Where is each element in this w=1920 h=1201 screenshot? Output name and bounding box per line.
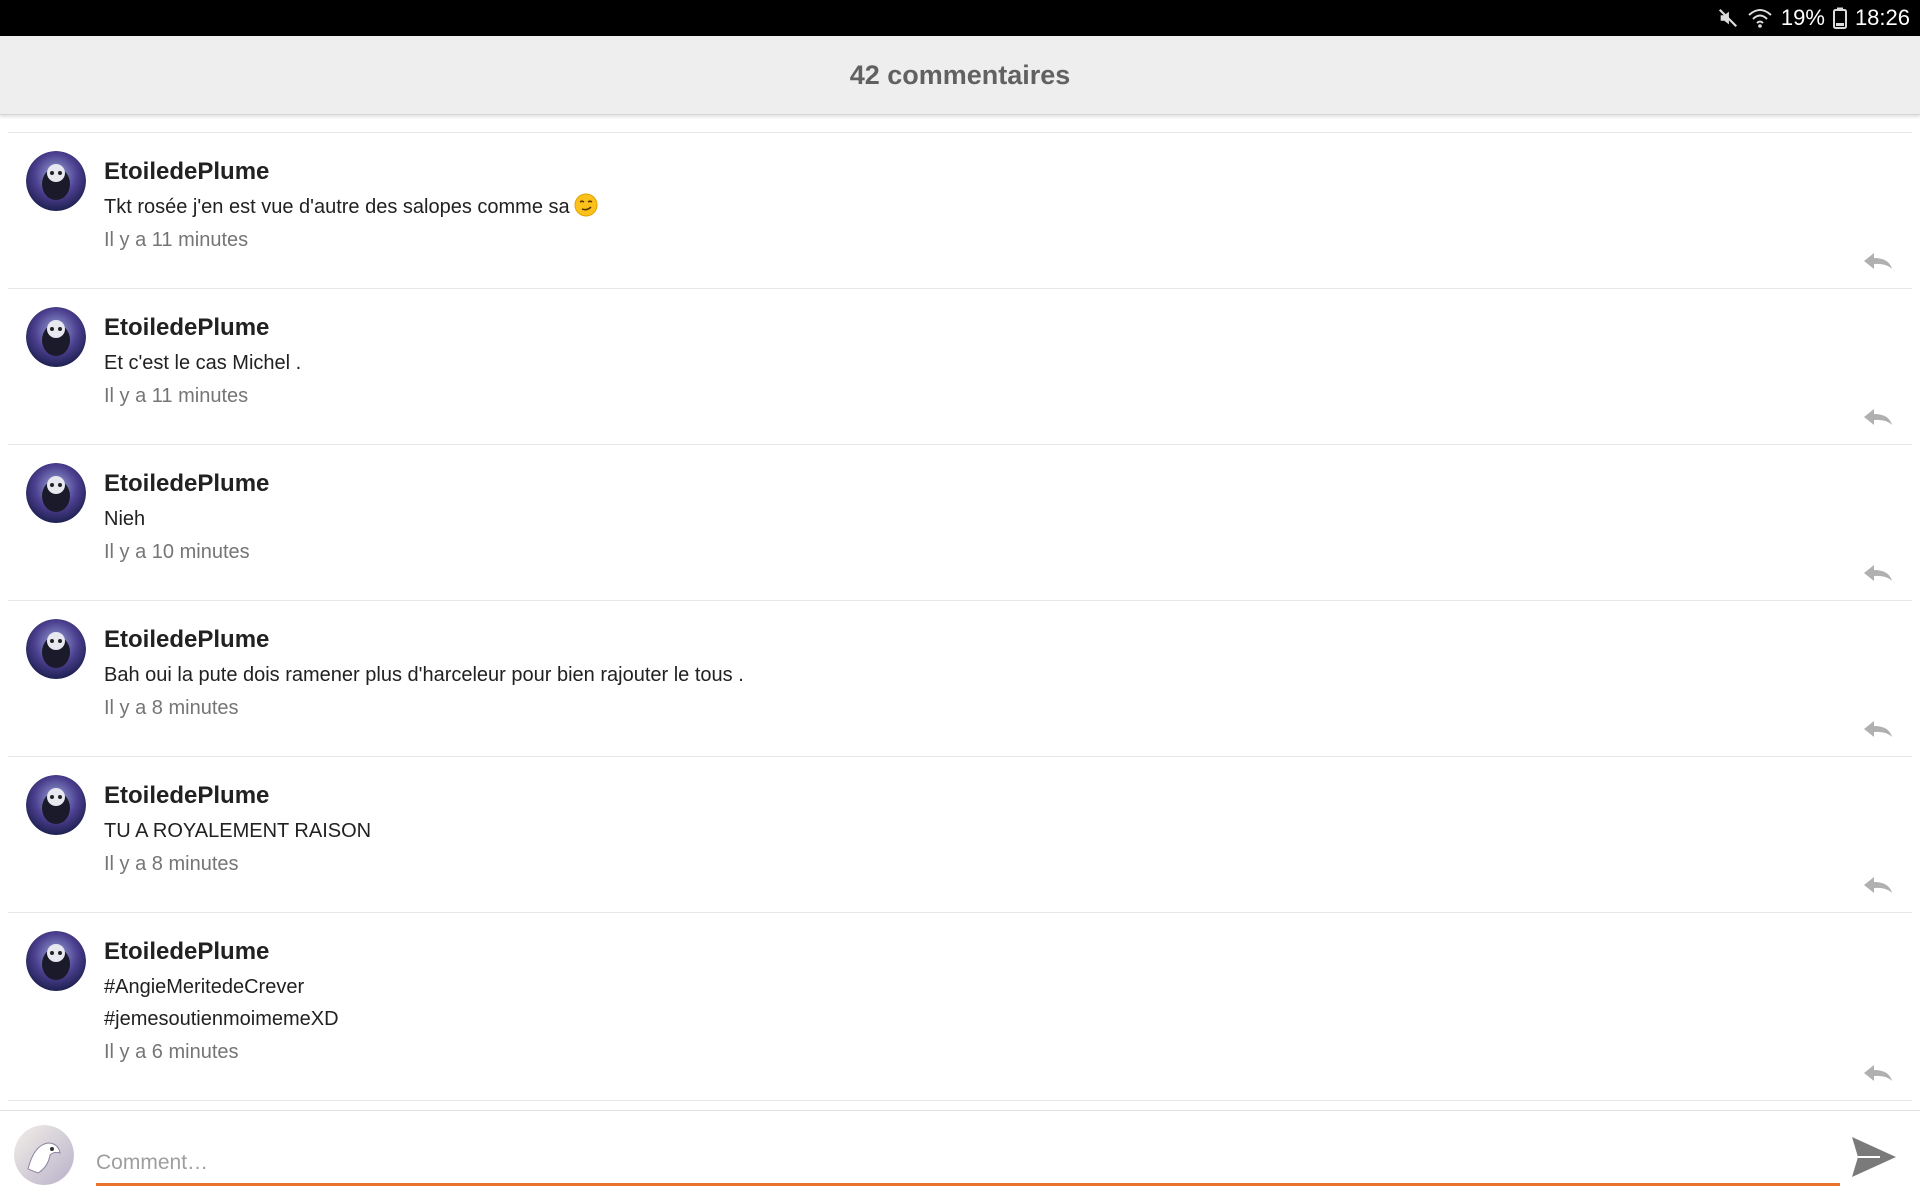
reply-icon — [1864, 1065, 1892, 1081]
reply-icon — [1864, 253, 1892, 269]
comment-list[interactable]: EtoiledePlume Tkt rosée j'en est vue d'a… — [8, 114, 1912, 1114]
author-avatar[interactable] — [26, 931, 86, 991]
comment-author[interactable]: EtoiledePlume — [104, 469, 1822, 499]
reply-button[interactable] — [1860, 717, 1896, 741]
clock: 18:26 — [1854, 5, 1910, 30]
list-top-divider — [8, 114, 1912, 133]
reply-icon — [1864, 877, 1892, 893]
comment-timestamp: Il y a 10 minutes — [104, 541, 250, 563]
comment-timestamp: Il y a 11 minutes — [104, 229, 249, 251]
comments-header: 42 commentaires — [0, 36, 1920, 115]
comment-item[interactable]: EtoiledePlume TU A ROYALEMENT RAISON Il … — [8, 757, 1912, 913]
comment-author[interactable]: EtoiledePlume — [104, 937, 1822, 967]
status-bar: 19% 18:26 — [0, 0, 1920, 36]
comment-item[interactable]: EtoiledePlume Bah oui la pute dois ramen… — [8, 601, 1912, 757]
comment-item[interactable]: EtoiledePlume #AngieMeritedeCrever #jeme… — [8, 913, 1912, 1101]
comment-timestamp: Il y a 8 minutes — [104, 853, 239, 875]
page-title: 42 commentaires — [849, 59, 1071, 90]
comment-item[interactable]: EtoiledePlume Et c'est le cas Michel . I… — [8, 289, 1912, 445]
author-avatar[interactable] — [26, 619, 86, 679]
reply-button[interactable] — [1860, 873, 1896, 897]
comment-timestamp: Il y a 11 minutes — [104, 385, 249, 407]
reply-icon — [1864, 721, 1892, 737]
author-avatar[interactable] — [26, 463, 86, 523]
send-icon — [1852, 1137, 1896, 1177]
comment-composer — [0, 1110, 1920, 1201]
smirk-emoji-icon — [574, 193, 598, 217]
comment-item[interactable]: EtoiledePlume Nieh Il y a 10 minutes — [8, 445, 1912, 601]
comment-timestamp: Il y a 8 minutes — [104, 697, 239, 719]
reply-icon — [1864, 565, 1892, 581]
comment-text: TU A ROYALEMENT RAISON — [104, 820, 372, 842]
mute-icon — [1717, 3, 1739, 33]
reply-icon — [1864, 409, 1892, 425]
comment-timestamp: Il y a 6 minutes — [104, 1041, 239, 1063]
author-avatar[interactable] — [26, 775, 86, 835]
author-avatar[interactable] — [26, 151, 86, 211]
wifi-icon — [1747, 3, 1773, 33]
author-avatar[interactable] — [26, 307, 86, 367]
comment-author[interactable]: EtoiledePlume — [104, 157, 1822, 187]
comment-input[interactable] — [96, 1143, 1840, 1186]
comment-text: Tkt rosée j'en est vue d'autre des salop… — [104, 191, 1822, 223]
comment-author[interactable]: EtoiledePlume — [104, 313, 1822, 343]
send-button[interactable] — [1850, 1135, 1898, 1179]
comment-text: Bah oui la pute dois ramener plus d'harc… — [104, 664, 744, 686]
reply-button[interactable] — [1860, 561, 1896, 585]
comment-text: Et c'est le cas Michel . — [104, 352, 302, 374]
reply-button[interactable] — [1860, 249, 1896, 273]
battery-percent: 19% — [1780, 5, 1825, 30]
comment-text: Nieh — [104, 508, 146, 530]
user-avatar — [14, 1125, 74, 1185]
reply-button[interactable] — [1860, 405, 1896, 429]
comment-text: #AngieMeritedeCrever #jemesoutienmoimeme… — [104, 976, 339, 1030]
reply-button[interactable] — [1860, 1061, 1896, 1085]
battery-icon — [1832, 3, 1847, 33]
comment-author[interactable]: EtoiledePlume — [104, 781, 1822, 811]
comment-author[interactable]: EtoiledePlume — [104, 625, 1822, 655]
comment-item[interactable]: EtoiledePlume Tkt rosée j'en est vue d'a… — [8, 133, 1912, 289]
